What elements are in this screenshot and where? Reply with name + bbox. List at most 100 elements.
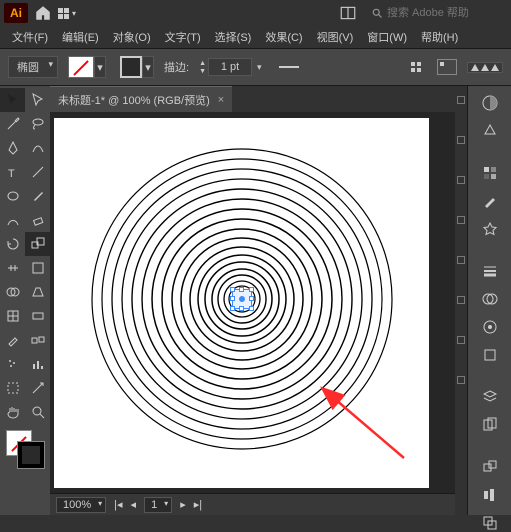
default-stroke[interactable]	[18, 442, 44, 468]
panel-color-icon[interactable]	[476, 94, 504, 112]
tool-symbol-sprayer[interactable]	[0, 352, 25, 376]
tool-mesh[interactable]	[0, 304, 25, 328]
tool-ellipse[interactable]	[0, 184, 25, 208]
panel-align-icon[interactable]	[476, 486, 504, 504]
tool-artboard[interactable]	[0, 376, 25, 400]
shape-selector[interactable]: 椭圆	[8, 56, 58, 78]
panel-stroke-icon[interactable]	[476, 262, 504, 280]
more-options-icon[interactable]	[467, 62, 503, 73]
panel-pathfinder-icon[interactable]	[476, 514, 504, 532]
stroke-swatch-menu[interactable]: ▾	[142, 56, 154, 78]
stroke-label: 描边:	[164, 59, 189, 75]
menu-effect[interactable]: 效果(C)	[259, 27, 308, 47]
menu-edit[interactable]: 编辑(E)	[56, 27, 105, 47]
help-search[interactable]	[371, 7, 507, 19]
menu-type[interactable]: 文字(T)	[159, 27, 207, 47]
artboard-next-last[interactable]: ▸|	[194, 498, 202, 511]
panel-graphic-styles-icon[interactable]	[476, 346, 504, 364]
menu-object[interactable]: 对象(O)	[107, 27, 157, 47]
collapse-handle[interactable]	[457, 176, 465, 184]
panel-collapse-strip	[455, 86, 467, 515]
zoom-level[interactable]: 100%	[56, 497, 106, 513]
stroke-swatch[interactable]	[120, 56, 142, 78]
transform-panel-icon[interactable]	[437, 59, 457, 75]
tool-eyedropper[interactable]	[0, 328, 25, 352]
artboard[interactable]	[54, 118, 429, 488]
tool-paintbrush[interactable]	[25, 184, 50, 208]
tool-slice[interactable]	[25, 376, 50, 400]
tool-selection[interactable]	[0, 88, 25, 112]
tool-eraser[interactable]	[25, 208, 50, 232]
tool-curvature[interactable]	[25, 136, 50, 160]
panel-color-guide-icon[interactable]	[476, 122, 504, 140]
tool-zoom[interactable]	[25, 400, 50, 424]
collapse-handle[interactable]	[457, 256, 465, 264]
close-tab-icon[interactable]: ×	[218, 94, 224, 106]
canvas[interactable]	[50, 112, 511, 493]
artboard-prev-first[interactable]: |◂	[114, 498, 122, 511]
tool-blend[interactable]	[25, 328, 50, 352]
home-icon[interactable]	[34, 4, 52, 22]
tool-scale[interactable]	[25, 232, 50, 256]
document-area: 未标题-1* @ 100% (RGB/预览) ×	[50, 86, 511, 515]
fill-stroke-control[interactable]	[0, 428, 50, 474]
panel-transform-icon[interactable]	[476, 458, 504, 476]
collapse-handle[interactable]	[457, 216, 465, 224]
menu-bar: 文件(F) 编辑(E) 对象(O) 文字(T) 选择(S) 效果(C) 视图(V…	[0, 26, 511, 48]
menu-file[interactable]: 文件(F)	[6, 27, 54, 47]
search-input[interactable]	[387, 7, 507, 19]
menu-view[interactable]: 视图(V)	[311, 27, 360, 47]
tool-lasso[interactable]	[25, 112, 50, 136]
panel-transparency-icon[interactable]	[476, 290, 504, 308]
document-tabs: 未标题-1* @ 100% (RGB/预览) ×	[50, 86, 511, 112]
stroke-weight-menu[interactable]: ▾	[254, 62, 265, 73]
stroke-weight-up[interactable]: ▲	[199, 60, 206, 67]
workspace-switcher[interactable]: ▾	[58, 4, 76, 22]
tool-free-transform[interactable]	[25, 256, 50, 280]
collapse-handle[interactable]	[457, 376, 465, 384]
arrange-documents-icon[interactable]	[339, 4, 357, 22]
tool-pen[interactable]	[0, 136, 25, 160]
document-tab[interactable]: 未标题-1* @ 100% (RGB/预览) ×	[50, 86, 232, 112]
tool-rotate[interactable]	[0, 232, 25, 256]
menu-help[interactable]: 帮助(H)	[415, 27, 464, 47]
shape-selector-label: 椭圆	[17, 62, 39, 74]
panel-swatches-icon[interactable]	[476, 164, 504, 182]
collapse-handle[interactable]	[457, 336, 465, 344]
tool-type[interactable]: T	[0, 160, 25, 184]
panel-artboards-icon[interactable]	[476, 416, 504, 434]
tool-perspective[interactable]	[25, 280, 50, 304]
app-logo: Ai	[4, 3, 28, 23]
collapse-handle[interactable]	[457, 296, 465, 304]
align-grid-icon[interactable]	[411, 62, 421, 72]
stroke-profile[interactable]	[279, 66, 299, 68]
tool-gradient[interactable]	[25, 304, 50, 328]
menu-select[interactable]: 选择(S)	[209, 27, 258, 47]
tool-shaper[interactable]	[0, 208, 25, 232]
stroke-weight-down[interactable]: ▼	[199, 68, 206, 75]
tool-column-graph[interactable]	[25, 352, 50, 376]
menu-window[interactable]: 窗口(W)	[361, 27, 413, 47]
fill-swatch-menu[interactable]: ▾	[94, 56, 106, 78]
tool-line[interactable]	[25, 160, 50, 184]
collapse-handle[interactable]	[457, 136, 465, 144]
fill-swatch[interactable]	[68, 56, 94, 78]
artboard-prev[interactable]: ◂	[131, 498, 137, 511]
panel-appearance-icon[interactable]	[476, 318, 504, 336]
selection-bounding-box[interactable]	[232, 289, 252, 309]
stroke-weight-field[interactable]: 1 pt	[208, 58, 252, 76]
tool-direct-selection[interactable]	[25, 88, 50, 112]
artboard-next[interactable]: ▸	[180, 498, 186, 511]
tool-hand[interactable]	[0, 400, 25, 424]
artboard-number-value: 1	[151, 499, 157, 511]
tool-width[interactable]	[0, 256, 25, 280]
zoom-value: 100%	[63, 499, 91, 511]
artboard-number[interactable]: 1	[144, 497, 172, 513]
panel-symbols-icon[interactable]	[476, 220, 504, 238]
tool-shape-builder[interactable]	[0, 280, 25, 304]
collapse-handle[interactable]	[457, 96, 465, 104]
panel-layers-icon[interactable]	[476, 388, 504, 406]
tool-magic-wand[interactable]	[0, 112, 25, 136]
selection-center-icon	[239, 296, 245, 302]
panel-brushes-icon[interactable]	[476, 192, 504, 210]
